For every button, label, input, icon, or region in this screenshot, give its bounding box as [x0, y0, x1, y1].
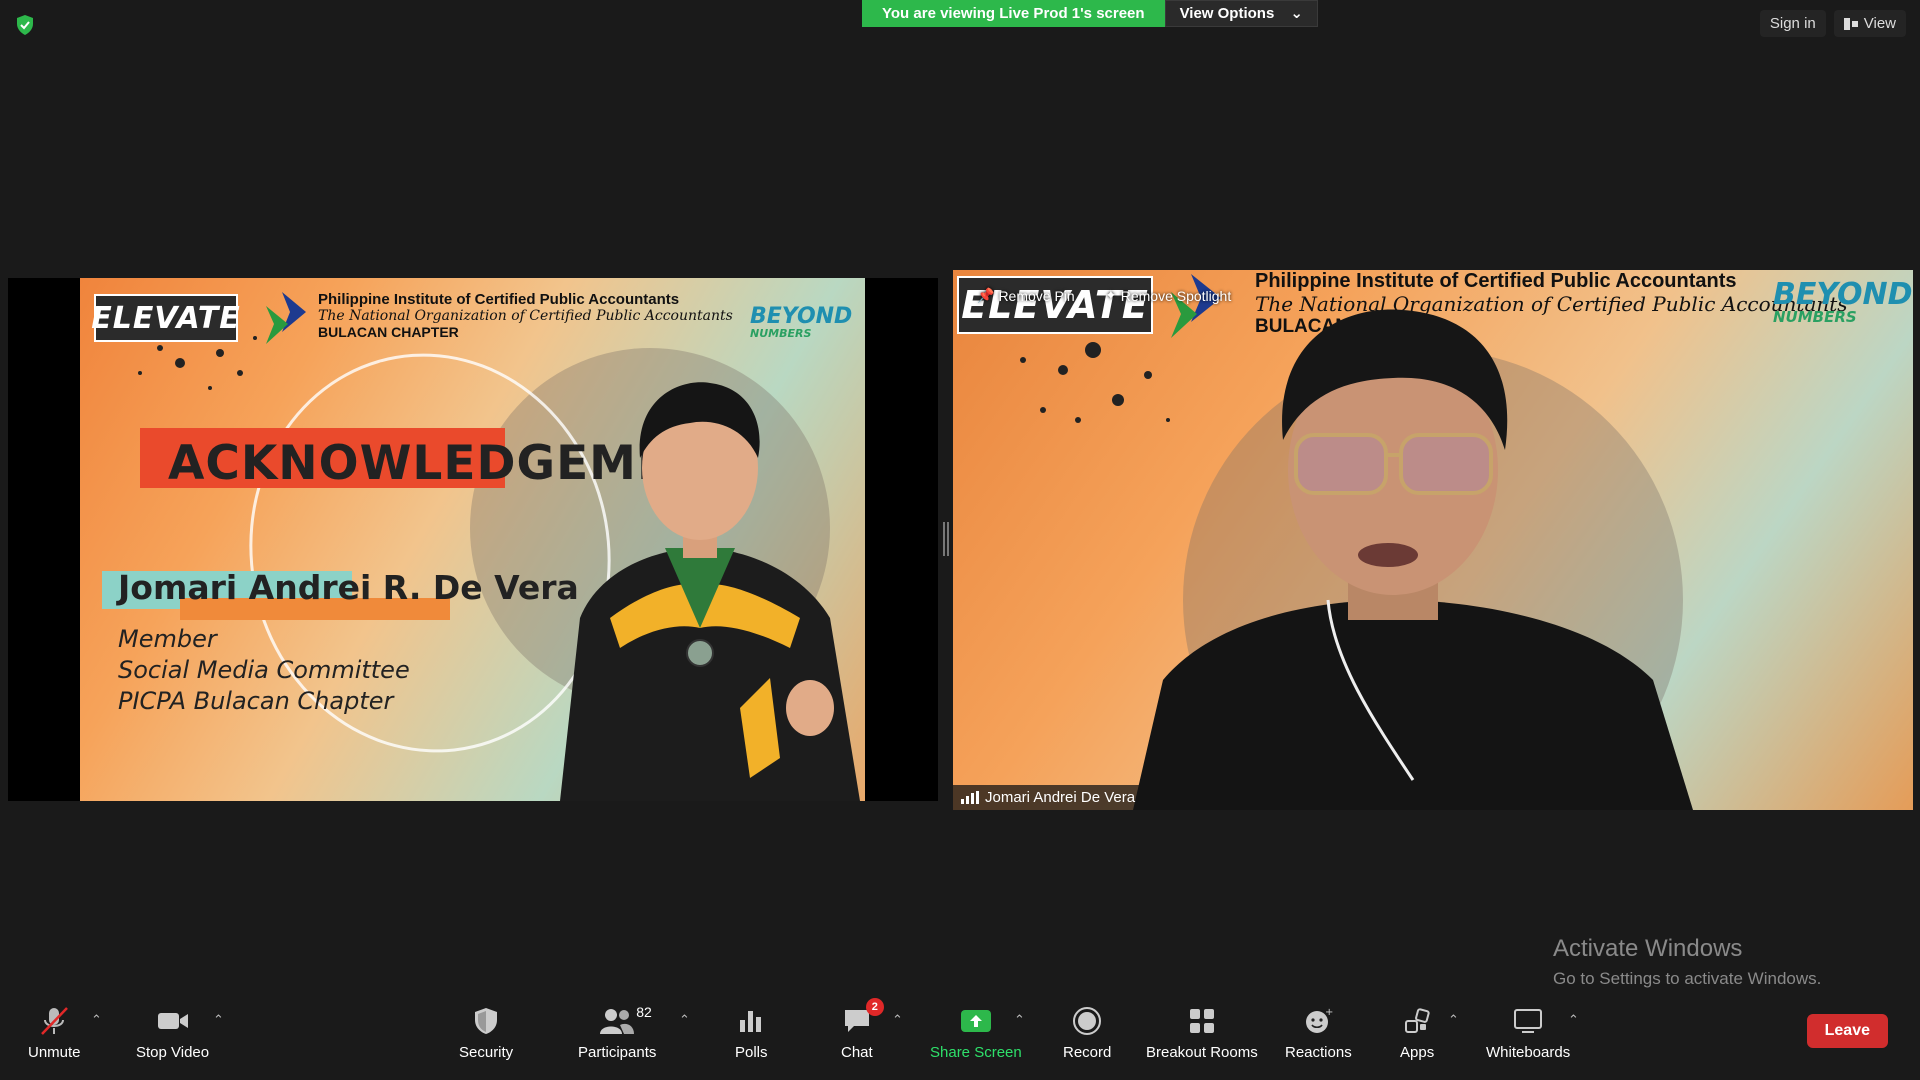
share-screen-icon	[960, 1004, 992, 1038]
participants-icon: 82	[600, 1004, 652, 1038]
leave-button[interactable]: Leave	[1806, 1014, 1888, 1048]
whiteboard-icon	[1513, 1004, 1543, 1038]
video-options-caret-icon[interactable]: ⌃	[213, 1012, 224, 1028]
panel-resize-handle[interactable]	[943, 522, 949, 556]
reactions-label: Reactions	[1285, 1044, 1352, 1061]
organization-header: Philippine Institute of Certified Public…	[318, 291, 733, 340]
audio-options-caret-icon[interactable]: ⌃	[91, 1012, 102, 1028]
view-options-label: View Options	[1179, 5, 1275, 22]
share-screen-button[interactable]: Share Screen	[930, 1004, 1022, 1061]
view-button[interactable]: View	[1833, 10, 1906, 37]
elevate-logo: ELEVATE	[957, 276, 1153, 334]
share-options-caret-icon[interactable]: ⌃	[1014, 1012, 1025, 1028]
org-line-1: Philippine Institute of Certified Public…	[318, 291, 680, 308]
security-label: Security	[459, 1044, 514, 1061]
apps-options-caret-icon[interactable]: ⌃	[1448, 1012, 1459, 1028]
apps-button[interactable]: Apps	[1400, 1004, 1434, 1061]
participant-name: Jomari Andrei De Vera	[985, 789, 1136, 806]
participant-webcam-feed	[1133, 309, 1693, 810]
whiteboards-options-caret-icon[interactable]: ⌃	[1568, 1012, 1579, 1028]
numbers-text: NUMBERS	[750, 327, 812, 340]
stop-video-button[interactable]: Stop Video	[136, 1004, 209, 1061]
view-layout-icon	[1843, 17, 1858, 30]
chat-label: Chat	[841, 1044, 873, 1061]
honoree-name: Jomari Andrei R. De Vera	[118, 568, 579, 607]
participants-label: Participants	[578, 1044, 657, 1061]
watermark-title: Activate Windows	[1553, 935, 1743, 962]
svg-text:+: +	[1325, 1007, 1333, 1018]
polls-label: Polls	[735, 1044, 768, 1061]
beyond-text: BEYOND	[750, 304, 853, 329]
org-line-3: BULACAN CHAPTER	[318, 324, 459, 341]
apps-label: Apps	[1400, 1044, 1435, 1061]
chat-bubble-icon: 2	[842, 998, 884, 1038]
org-line-2: The National Organization of Certified P…	[318, 308, 733, 325]
encryption-shield-icon[interactable]	[14, 14, 36, 36]
video-camera-icon	[156, 1004, 190, 1038]
security-button[interactable]: Security	[459, 1004, 513, 1061]
org-line-1: Philippine Institute of Certified Public…	[1255, 270, 1737, 292]
acknowledgement-slide: ELEVATE Philippine Institute of Certifie…	[80, 278, 865, 801]
breakout-rooms-label: Breakout Rooms	[1146, 1044, 1258, 1061]
stop-video-label: Stop Video	[136, 1044, 210, 1061]
view-options-button[interactable]: View Options ⌄	[1164, 0, 1318, 27]
polls-bar-icon	[738, 1004, 764, 1038]
participants-button[interactable]: 82 Participants	[578, 1004, 656, 1061]
remove-pin-label: Remove Pin	[998, 287, 1075, 304]
activate-windows-watermark: Activate Windows Go to Settings to activ…	[1553, 935, 1821, 989]
zoom-meeting-window: You are viewing Live Prod 1's screen Vie…	[0, 0, 1920, 1080]
honoree-role-2: Social Media Committee	[118, 656, 410, 684]
chevron-down-icon: ⌄	[1290, 5, 1303, 22]
participants-options-caret-icon[interactable]: ⌃	[679, 1012, 690, 1028]
elevate-logo: ELEVATE	[91, 294, 240, 342]
polls-button[interactable]: Polls	[735, 1004, 768, 1061]
participants-count: 82	[636, 1004, 652, 1020]
sign-in-label: Sign in	[1769, 15, 1816, 32]
unmute-label: Unmute	[28, 1044, 81, 1061]
apps-icon	[1403, 1004, 1431, 1038]
beyond-numbers-logo: BEYOND NUMBERS	[750, 304, 853, 340]
view-label: View	[1863, 15, 1896, 32]
record-icon	[1072, 1004, 1102, 1038]
chat-unread-badge: 2	[865, 998, 884, 1016]
security-shield-icon	[471, 1004, 501, 1038]
breakout-rooms-button[interactable]: Breakout Rooms	[1146, 1004, 1258, 1061]
signal-strength-icon	[961, 791, 979, 804]
remove-pin-button[interactable]: 📌 Remove Pin	[977, 287, 1075, 304]
reactions-button[interactable]: + Reactions	[1285, 1004, 1352, 1061]
microphone-muted-icon	[37, 1004, 71, 1038]
record-label: Record	[1063, 1044, 1112, 1061]
pin-icon: 📌	[977, 287, 995, 303]
graduate-photo	[560, 382, 860, 801]
shared-screen-panel[interactable]: ELEVATE Philippine Institute of Certifie…	[8, 278, 938, 801]
honoree-role-1: Member	[118, 625, 217, 653]
unmute-button[interactable]: Unmute	[28, 1004, 81, 1061]
chat-button[interactable]: 2 Chat	[841, 998, 884, 1061]
spotlight-icon: ✦	[1105, 287, 1117, 303]
top-right-controls: Sign in View	[1759, 10, 1906, 37]
share-screen-label: Share Screen	[930, 1044, 1022, 1061]
meeting-toolbar: Unmute ⌃ Stop Video ⌃ Security 82 Partic…	[0, 992, 1920, 1080]
screen-share-banner: You are viewing Live Prod 1's screen Vie…	[862, 0, 1318, 27]
participant-video-panel[interactable]: ELEVATE Philippine Institute of Certifie…	[953, 270, 1913, 810]
watermark-subtitle: Go to Settings to activate Windows.	[1553, 969, 1822, 988]
smiley-plus-icon: +	[1303, 1004, 1333, 1038]
participant-name-tag: Jomari Andrei De Vera	[953, 785, 1144, 810]
whiteboards-button[interactable]: Whiteboards	[1486, 1004, 1570, 1061]
record-button[interactable]: Record	[1063, 1004, 1111, 1061]
honoree-role-3: PICPA Bulacan Chapter	[118, 687, 394, 715]
viewing-screen-label: You are viewing Live Prod 1's screen	[862, 0, 1165, 27]
picpa-chevron-logo	[266, 292, 306, 344]
chat-options-caret-icon[interactable]: ⌃	[892, 1012, 903, 1028]
sign-in-button[interactable]: Sign in	[1759, 10, 1826, 37]
breakout-rooms-grid-icon	[1188, 1004, 1216, 1038]
whiteboards-label: Whiteboards	[1486, 1044, 1571, 1061]
